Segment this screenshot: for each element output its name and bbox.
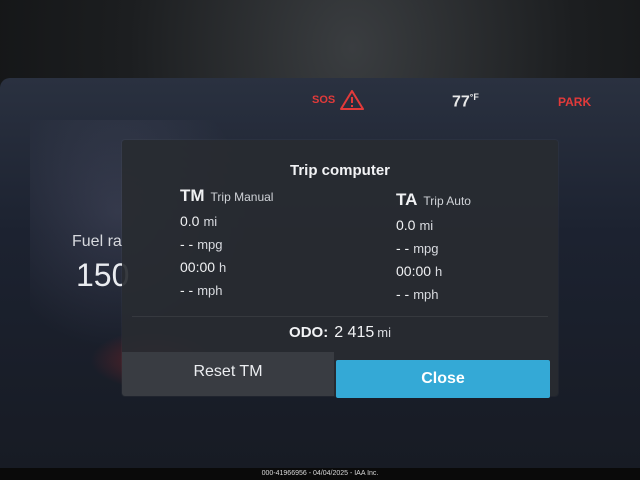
temperature-unit: °F <box>469 92 479 102</box>
tm-consumption-value: - - <box>180 236 194 252</box>
tm-consumption: - - mpg <box>180 236 273 252</box>
trip-manual-header: TM Trip Manual <box>180 186 273 206</box>
tm-time-unit: h <box>219 260 227 275</box>
temperature-value: 77 <box>452 93 470 111</box>
tm-speed-value: - - <box>180 282 194 298</box>
close-button[interactable]: Close <box>336 360 550 398</box>
tm-time-value: 00:00 <box>180 259 216 275</box>
dialog-title: Trip computer <box>289 162 390 179</box>
ta-distance-unit: mi <box>419 218 434 233</box>
trip-manual-abbr: TM <box>180 186 205 205</box>
ta-speed-value: - - <box>396 286 410 302</box>
trip-auto-name: Trip Auto <box>423 194 471 208</box>
reset-tm-button[interactable]: Reset TM <box>122 352 334 396</box>
trip-auto-abbr: TA <box>396 190 418 209</box>
tm-speed-unit: mph <box>197 283 223 298</box>
ta-consumption-unit: mpg <box>413 241 439 256</box>
fuel-rate-label: Fuel ra <box>72 233 122 250</box>
ta-time: 00:00 h <box>396 263 471 279</box>
ta-speed-unit: mph <box>413 287 439 302</box>
trip-computer-dialog: Trip computer TM Trip Manual 0.0 mi - - mpg… <box>122 140 558 398</box>
odometer-label: ODO: <box>289 324 329 341</box>
trip-manual-column: TM Trip Manual 0.0 mi - - mpg 00:00 h - - mph <box>180 186 273 298</box>
trip-auto-column: TA Trip Auto 0.0 mi - - mpg 00:00 h - - mph <box>396 190 471 302</box>
tm-distance-value: 0.0 <box>180 213 200 229</box>
ta-distance-value: 0.0 <box>396 217 416 233</box>
ta-time-unit: h <box>435 264 443 279</box>
odometer-value: 2 415 <box>334 324 375 341</box>
ta-time-value: 00:00 <box>396 263 432 279</box>
trip-auto-header: TA Trip Auto <box>396 190 471 210</box>
tm-consumption-unit: mpg <box>197 237 223 252</box>
odometer: ODO: 2 415 mi <box>122 324 558 342</box>
tm-distance: 0.0 mi <box>180 213 273 229</box>
warning-triangle-icon <box>340 90 364 115</box>
divider <box>132 316 548 317</box>
ta-speed: - - mph <box>396 286 471 302</box>
ta-distance: 0.0 mi <box>396 217 471 233</box>
tm-time: 00:00 h <box>180 259 273 275</box>
tm-speed: - - mph <box>180 282 273 298</box>
ta-consumption: - - mpg <box>396 240 471 256</box>
odometer-unit: mi <box>377 325 391 340</box>
tm-distance-unit: mi <box>203 214 218 229</box>
outside-temperature: 77°F <box>452 92 479 111</box>
image-caption: 000-41966956 - 04/04/2025 - IAA Inc. <box>0 468 640 480</box>
trip-manual-name: Trip Manual <box>210 190 274 204</box>
ta-consumption-value: - - <box>396 240 410 256</box>
gear-indicator: PARK <box>558 95 592 109</box>
sos-indicator: SOS <box>312 94 336 106</box>
